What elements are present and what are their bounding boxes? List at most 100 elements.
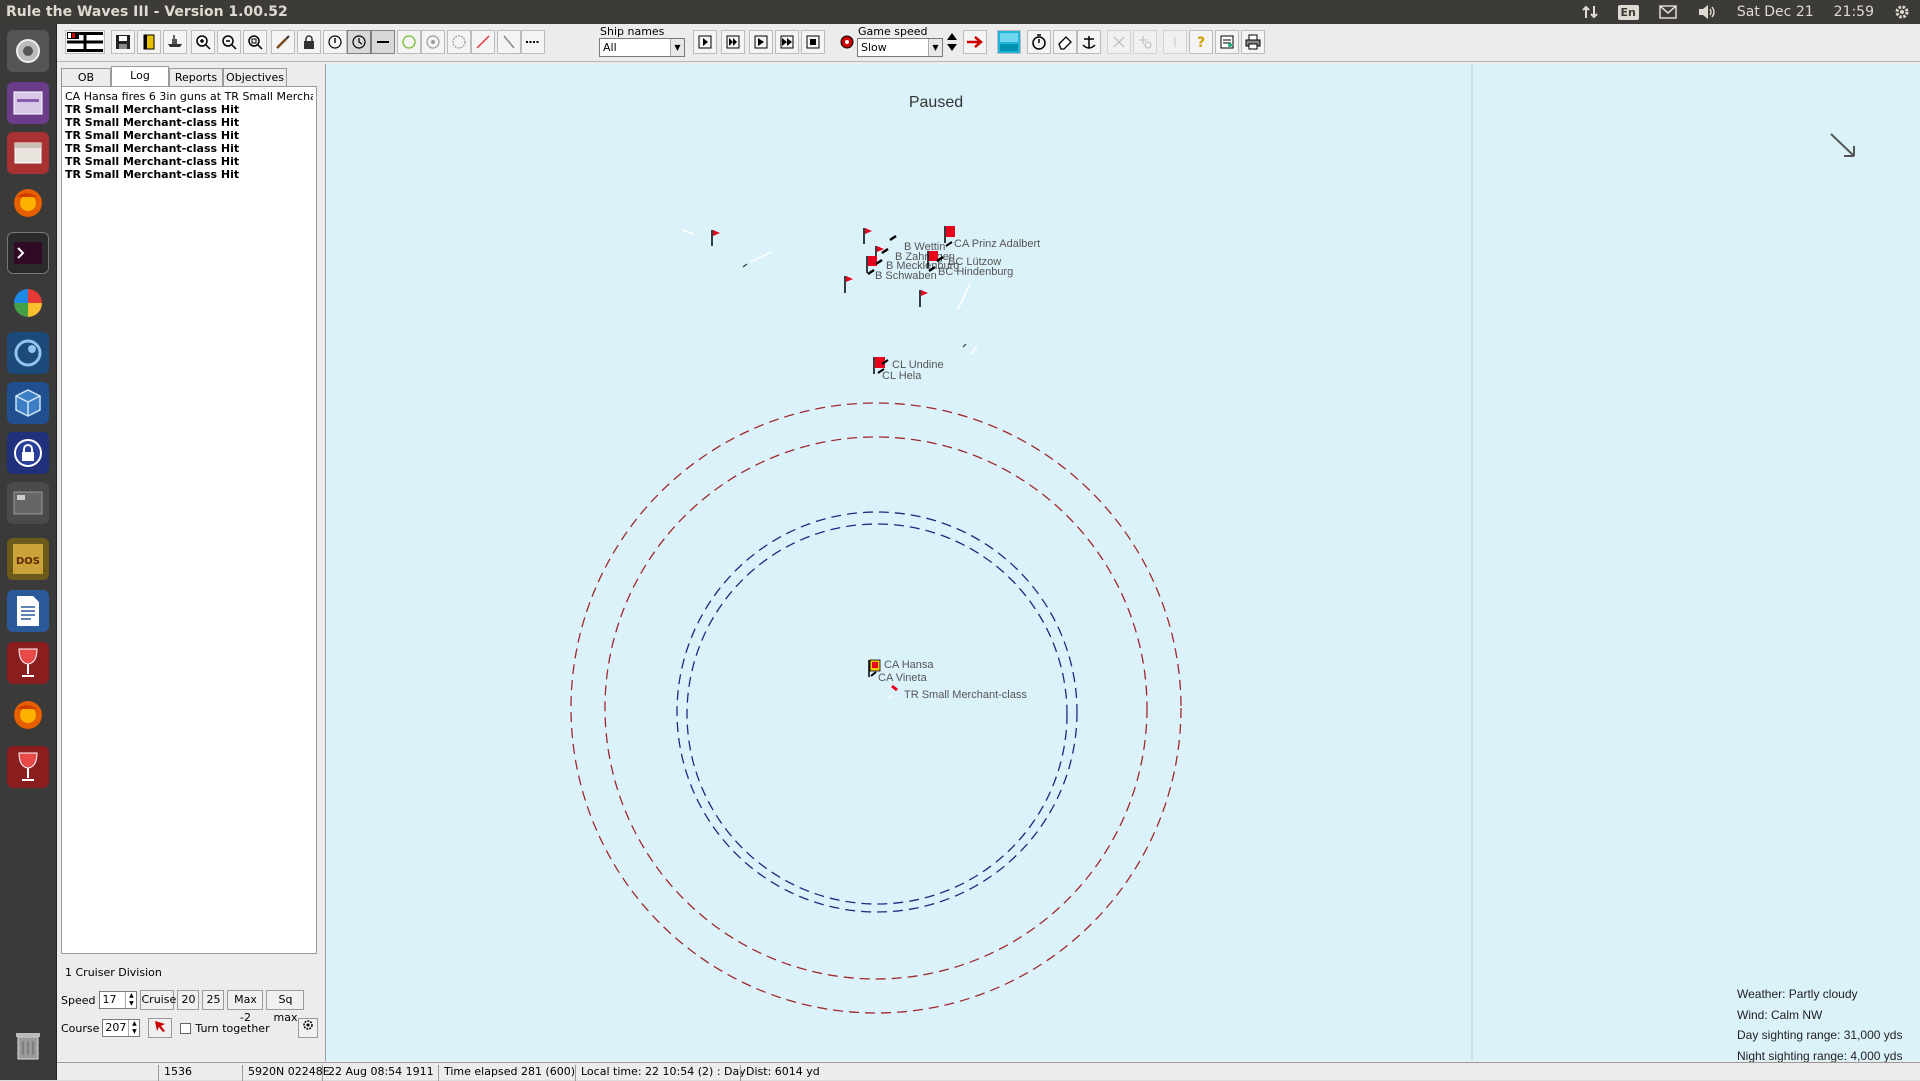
lock-icon[interactable]	[7, 432, 49, 474]
brush-icon[interactable]	[271, 30, 295, 54]
checkbox-box[interactable]	[180, 1022, 192, 1034]
ship-ca-prinz-adalbert[interactable]: CA Prinz Adalbert	[944, 226, 1040, 250]
cruise-button[interactable]: Cruise	[140, 990, 176, 1010]
color-picker-icon[interactable]	[7, 282, 49, 324]
ship-names-select[interactable]: All ▼	[599, 38, 685, 57]
stepper-arrows-icon[interactable]: ▲ ▼	[125, 992, 136, 1008]
map-canvas[interactable]: B Wettin B Zahringen B Mecklenburg B Sch…	[326, 64, 1920, 1061]
dotted-ring-icon[interactable]	[447, 30, 471, 54]
line-toggle-icon[interactable]	[371, 30, 395, 54]
settings-gear-icon[interactable]	[1894, 4, 1910, 20]
ship-names-value: All	[603, 41, 617, 54]
wine-icon[interactable]	[7, 642, 49, 684]
zoom-in-icon[interactable]	[191, 30, 215, 54]
play-icon[interactable]	[749, 30, 773, 54]
dash-icon[interactable]	[7, 30, 49, 72]
grey-line-icon[interactable]	[497, 30, 521, 54]
chevron-down-icon[interactable]: ▼	[670, 39, 684, 56]
ship-ca-vineta[interactable]: CA Vineta	[870, 671, 928, 684]
log-entry: TR Small Merchant-class Hit	[65, 155, 240, 168]
info-circle-icon[interactable]	[323, 30, 347, 54]
tab-ob[interactable]: OB	[61, 68, 111, 87]
turn-together-checkbox[interactable]: Turn together	[180, 1022, 270, 1035]
ship-b-schwaben[interactable]: B Schwaben	[867, 268, 937, 282]
firefox-icon[interactable]	[7, 694, 49, 736]
ships-icon[interactable]	[163, 30, 187, 54]
lock-toggle-icon[interactable]	[297, 30, 321, 54]
save-icon[interactable]	[111, 30, 135, 54]
sq-max-button[interactable]: Sq max	[266, 990, 305, 1024]
system-top-bar: Rule the Waves III - Version 1.00.52 En …	[0, 0, 1920, 24]
status-empty	[57, 1065, 158, 1081]
stop-icon[interactable]	[801, 30, 825, 54]
clock-display[interactable]: 21:59	[1834, 4, 1874, 20]
mail-icon[interactable]	[1659, 5, 1677, 19]
speed-25-button[interactable]: 25	[202, 990, 225, 1010]
speed-stepper[interactable]: 17 ▲ ▼	[99, 991, 138, 1009]
fast-forward-icon[interactable]	[775, 30, 799, 54]
stepper-arrows-icon[interactable]: ▲ ▼	[128, 1020, 139, 1036]
wine-icon[interactable]	[7, 746, 49, 788]
network-icon[interactable]	[1581, 4, 1598, 20]
terminal-icon[interactable]	[7, 232, 49, 274]
report-icon[interactable]	[1215, 30, 1239, 54]
sea-view-icon[interactable]	[997, 30, 1021, 54]
dosbox-icon[interactable]: DOS	[7, 538, 49, 580]
book-icon[interactable]	[137, 30, 161, 54]
stopwatch-icon[interactable]	[1027, 30, 1051, 54]
zoom-fit-icon[interactable]	[243, 30, 267, 54]
chevron-down-icon[interactable]: ▼	[928, 39, 942, 56]
eraser-icon[interactable]	[1053, 30, 1077, 54]
formation-settings-button[interactable]	[297, 1018, 318, 1038]
trash-icon[interactable]	[7, 1024, 49, 1066]
wind-text: Wind: Calm NW	[1737, 1007, 1823, 1022]
ship-label: CA Hansa	[884, 659, 934, 671]
green-ring-icon[interactable]	[397, 30, 421, 54]
play-fast-icon[interactable]	[721, 30, 745, 54]
ship-tr-small-merchant[interactable]: TR Small Merchant-class	[886, 684, 1027, 701]
files-icon[interactable]	[7, 132, 49, 174]
battle-map[interactable]: Paused B Wettin B Zahringen B Mecklenbur…	[325, 64, 1920, 1063]
german-flag-icon[interactable]	[65, 30, 105, 54]
squadron-flag[interactable]	[919, 290, 928, 307]
ship-bc-hindenburg[interactable]: BC Hindenburg	[928, 265, 1013, 278]
window-icon[interactable]	[7, 482, 49, 524]
ship-names-label: Ship names	[600, 25, 665, 38]
clock-toggle-icon[interactable]	[347, 30, 371, 54]
red-line-icon[interactable]	[471, 30, 495, 54]
writer-icon[interactable]	[7, 590, 49, 632]
grey-ring-icon[interactable]	[421, 30, 445, 54]
torpedo-range-ring-inner	[686, 523, 1068, 905]
print-icon[interactable]	[1241, 30, 1265, 54]
play-step-icon[interactable]	[693, 30, 717, 54]
anchor-icon[interactable]	[1077, 30, 1101, 54]
tab-reports[interactable]: Reports	[169, 68, 223, 87]
zoom-out-icon[interactable]	[217, 30, 241, 54]
formation-icon[interactable]	[1107, 30, 1131, 54]
radar-icon[interactable]	[835, 30, 859, 54]
log-list[interactable]: CA Hansa fires 6 3in guns at TR Small Me…	[61, 86, 317, 954]
squadron-flag[interactable]	[711, 230, 720, 246]
firefox-icon[interactable]	[7, 182, 49, 224]
workspace-icon[interactable]	[7, 82, 49, 124]
tab-objectives[interactable]: Objectives	[223, 68, 287, 87]
red-arrow-icon[interactable]	[963, 30, 987, 54]
squadron-flag[interactable]	[844, 276, 853, 293]
tab-log[interactable]: Log	[111, 66, 169, 87]
speed-updown-icon[interactable]	[945, 30, 959, 54]
dash-line-icon[interactable]	[521, 30, 545, 54]
keyboard-indicator[interactable]: En	[1617, 4, 1639, 20]
set-course-button[interactable]	[148, 1018, 173, 1038]
virtualbox-icon[interactable]	[7, 382, 49, 424]
weather-panel: Weather: Partly cloudy Wind: Calm NW Day…	[1737, 984, 1902, 1066]
help-icon[interactable]: ?	[1189, 30, 1213, 54]
course-stepper[interactable]: 207 ▲ ▼	[102, 1019, 141, 1037]
speed-20-button[interactable]: 20	[177, 990, 200, 1010]
formation-target-icon[interactable]	[1133, 30, 1157, 54]
game-speed-select[interactable]: Slow ▼	[857, 38, 943, 57]
steam-icon[interactable]	[7, 332, 49, 374]
max-minus-2-button[interactable]: Max -2	[227, 990, 264, 1024]
date-display[interactable]: Sat Dec 21	[1737, 4, 1814, 20]
ship-cl-hela[interactable]: CL Hela	[877, 368, 922, 382]
volume-icon[interactable]	[1697, 4, 1717, 20]
